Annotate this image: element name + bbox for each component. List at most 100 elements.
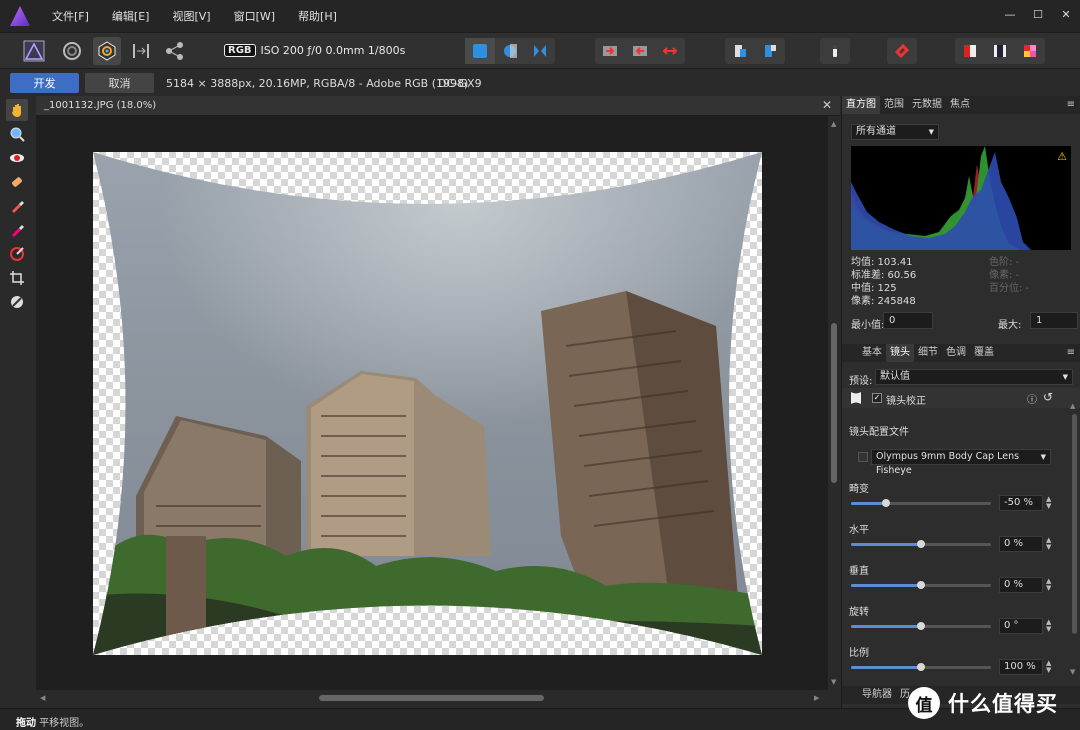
- tab-lens[interactable]: 镜头: [886, 344, 914, 362]
- slider-track[interactable]: [851, 499, 991, 507]
- develop-panel-scrollbar[interactable]: ▲ ▼: [1070, 402, 1078, 676]
- magnet-icon[interactable]: [887, 38, 917, 64]
- slider-knob[interactable]: [917, 540, 925, 548]
- menu-help[interactable]: 帮助[H]: [298, 8, 337, 24]
- max-label: 最大:: [998, 320, 1022, 331]
- tab-basic[interactable]: 基本: [858, 344, 886, 362]
- tab-overlays[interactable]: 覆盖: [970, 344, 998, 362]
- slider-value-input[interactable]: -50 %: [999, 495, 1043, 511]
- tab-scope[interactable]: 范围: [880, 96, 908, 114]
- slider-track[interactable]: [851, 663, 991, 671]
- export-persona-icon[interactable]: [161, 37, 189, 65]
- white-balance-tool-icon[interactable]: [6, 291, 28, 313]
- view-single-button[interactable]: [465, 38, 495, 64]
- scroll-left-icon[interactable]: ◀: [40, 694, 45, 702]
- overlay-paint-tool-icon[interactable]: [6, 195, 28, 217]
- info-icon[interactable]: ⓘ: [1027, 391, 1037, 406]
- clip-shadows-button[interactable]: [595, 38, 625, 64]
- tone-mapping-persona-icon[interactable]: [127, 37, 155, 65]
- affinity-photo-logo-icon[interactable]: [10, 6, 30, 26]
- overlay-hide-button[interactable]: [755, 38, 785, 64]
- spinner-arrows-icon[interactable]: ▲ ▼: [1046, 660, 1051, 674]
- min-input[interactable]: 0: [883, 312, 933, 329]
- tab-detail[interactable]: 细节: [914, 344, 942, 362]
- panel-scroll-down-icon[interactable]: ▼: [1070, 668, 1075, 676]
- overlay-group: [725, 38, 785, 64]
- slider-value-input[interactable]: 0 °: [999, 618, 1043, 634]
- blemish-tool-icon[interactable]: [6, 171, 28, 193]
- maximize-button[interactable]: ☐: [1024, 0, 1052, 28]
- spinner-arrows-icon[interactable]: ▲ ▼: [1046, 578, 1051, 592]
- scroll-up-icon[interactable]: ▲: [831, 120, 836, 128]
- slider-label: 水平: [849, 525, 869, 536]
- tab-metadata[interactable]: 元数据: [908, 96, 946, 114]
- hand-tool-icon[interactable]: [6, 99, 28, 121]
- lens-profile-select[interactable]: Olympus 9mm Body Cap Lens Fisheye ▼: [871, 449, 1051, 476]
- vertical-scrollbar[interactable]: ▲ ▼: [828, 116, 840, 690]
- liquify-persona-icon[interactable]: [58, 37, 86, 65]
- vertical-scroll-thumb[interactable]: [831, 323, 837, 483]
- overlay-show-button[interactable]: [725, 38, 755, 64]
- close-window-button[interactable]: ✕: [1052, 0, 1080, 28]
- menu-file[interactable]: 文件[F]: [52, 8, 89, 24]
- tab-tones[interactable]: 色调: [942, 344, 970, 362]
- toolbar: RGB ISO 200 ƒ/0 0.0mm 1/800s: [0, 32, 1080, 68]
- slider-value-input[interactable]: 0 %: [999, 577, 1043, 593]
- slider-track[interactable]: [851, 622, 991, 630]
- develop-panel-scroll-thumb[interactable]: [1072, 414, 1077, 634]
- compare-button[interactable]: [1015, 38, 1045, 64]
- slider-knob[interactable]: [917, 622, 925, 630]
- warning-icon[interactable]: ⚠: [1057, 150, 1067, 163]
- overlay-erase-tool-icon[interactable]: [6, 219, 28, 241]
- horizontal-scrollbar[interactable]: ◀ ▶: [36, 690, 840, 706]
- view-mirror-button[interactable]: [525, 38, 555, 64]
- minimize-button[interactable]: —: [996, 0, 1024, 28]
- tab-navigator[interactable]: 导航器: [858, 686, 896, 704]
- develop-button[interactable]: 开发: [10, 73, 79, 93]
- lens-section-icon: [851, 392, 861, 404]
- panel-menu-icon[interactable]: ≡: [1067, 99, 1075, 110]
- after-button[interactable]: [985, 38, 1015, 64]
- slider-knob[interactable]: [882, 499, 890, 507]
- reset-icon[interactable]: ↺: [1043, 390, 1053, 404]
- slider-knob[interactable]: [917, 581, 925, 589]
- white-balance-picker-icon[interactable]: [820, 38, 850, 64]
- spinner-arrows-icon[interactable]: ▲ ▼: [1046, 496, 1051, 510]
- crop-tool-icon[interactable]: [6, 267, 28, 289]
- before-button[interactable]: [955, 38, 985, 64]
- slider-track[interactable]: [851, 540, 991, 548]
- tab-focus[interactable]: 焦点: [946, 96, 974, 114]
- horizontal-scroll-thumb[interactable]: [319, 695, 544, 701]
- document-tab[interactable]: _1001132.JPG (18.0%) ✕: [36, 96, 840, 116]
- scroll-down-icon[interactable]: ▼: [831, 678, 836, 686]
- develop-persona-icon[interactable]: [93, 37, 121, 65]
- clip-tones-button[interactable]: [655, 38, 685, 64]
- menu-view[interactable]: 视图[V]: [172, 8, 210, 24]
- slider-value-input[interactable]: 100 %: [999, 659, 1043, 675]
- slider-track[interactable]: [851, 581, 991, 589]
- gradient-tool-icon[interactable]: [6, 243, 28, 265]
- menu-edit[interactable]: 编辑[E]: [112, 8, 150, 24]
- develop-panel-menu-icon[interactable]: ≡: [1067, 347, 1075, 358]
- red-eye-tool-icon[interactable]: [6, 147, 28, 169]
- max-input[interactable]: 1: [1030, 312, 1078, 329]
- cancel-button[interactable]: 取消: [85, 73, 154, 93]
- view-split-button[interactable]: [495, 38, 525, 64]
- panel-scroll-up-icon[interactable]: ▲: [1070, 402, 1075, 410]
- document-close-button[interactable]: ✕: [822, 98, 832, 112]
- clip-highlights-button[interactable]: [625, 38, 655, 64]
- zoom-tool-icon[interactable]: [6, 123, 28, 145]
- slider-value-input[interactable]: 0 %: [999, 536, 1043, 552]
- tab-histogram[interactable]: 直方图: [842, 96, 880, 114]
- photo-persona-icon[interactable]: [20, 37, 48, 65]
- slider-knob[interactable]: [917, 663, 925, 671]
- canvas[interactable]: [36, 116, 828, 690]
- channel-select[interactable]: 所有通道 ▼: [851, 124, 939, 140]
- spinner-arrows-icon[interactable]: ▲ ▼: [1046, 537, 1051, 551]
- scroll-right-icon[interactable]: ▶: [814, 694, 819, 702]
- lens-correction-checkbox[interactable]: ✓: [872, 393, 882, 403]
- spinner-arrows-icon[interactable]: ▲ ▼: [1046, 619, 1051, 633]
- lens-profile-checkbox[interactable]: [858, 452, 868, 462]
- preset-select[interactable]: 默认值 ▼: [875, 369, 1073, 385]
- menu-window[interactable]: 窗口[W]: [234, 8, 275, 24]
